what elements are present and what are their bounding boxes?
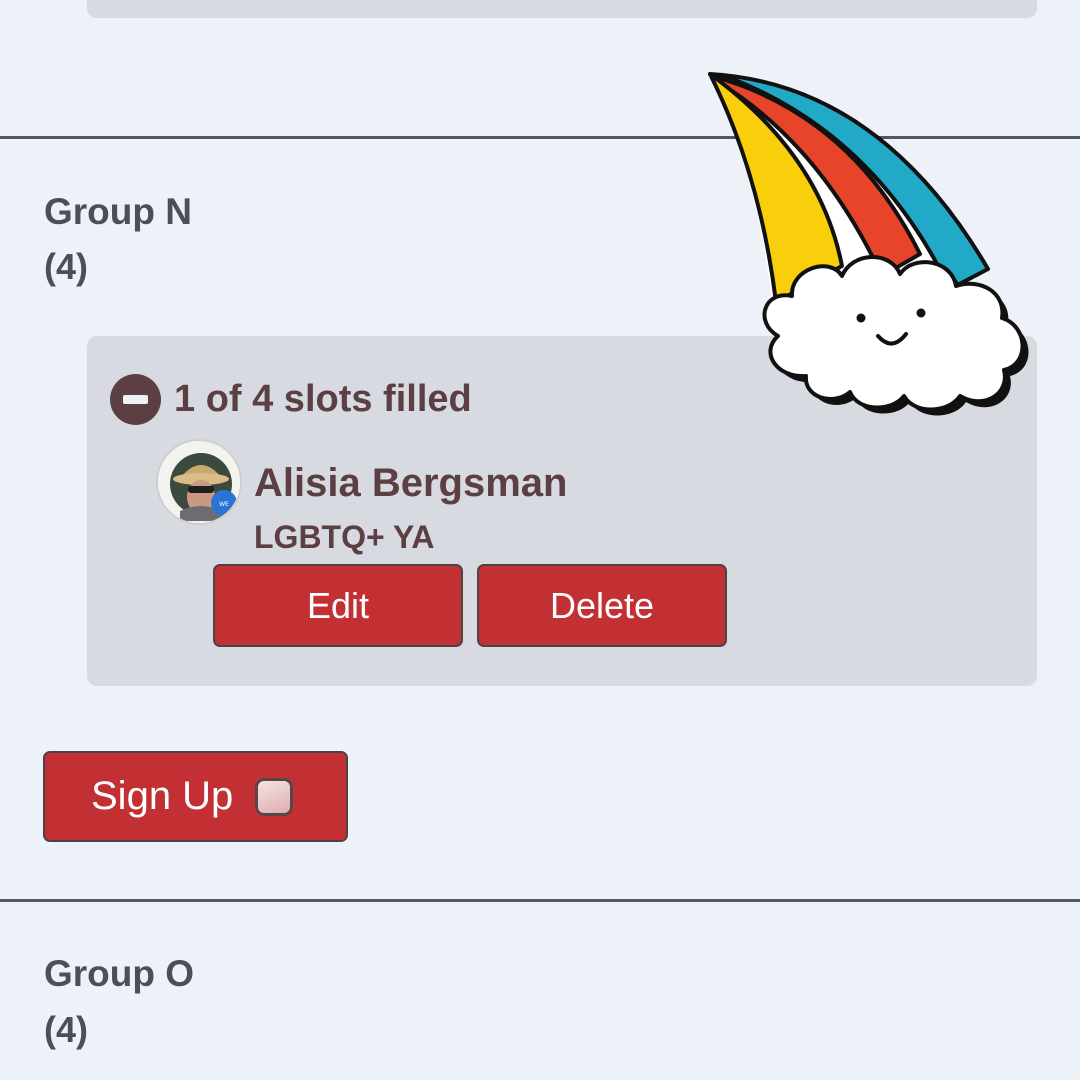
svg-text:WE: WE (219, 501, 229, 508)
avatar: WE (156, 439, 242, 525)
previous-group-card (87, 0, 1037, 18)
rainbow-cloud-sticker (708, 72, 1029, 416)
minus-circle-icon[interactable] (110, 374, 161, 425)
group-o-count: (4) (44, 1009, 88, 1050)
sign-up-label: Sign Up (91, 774, 234, 818)
group-o-title: Group O (44, 953, 195, 994)
sign-up-button[interactable]: Sign Up (43, 751, 348, 842)
participant-tag: LGBTQ+ YA (254, 519, 435, 555)
slots-filled-status: 1 of 4 slots filled (174, 378, 472, 420)
group-n-count: (4) (44, 246, 88, 287)
participant-name: Alisia Bergsman (254, 461, 568, 505)
avatar-photo: WE (159, 442, 240, 523)
delete-button[interactable]: Delete (477, 564, 727, 647)
group-divider (0, 899, 1080, 902)
edit-button[interactable]: Edit (213, 564, 463, 647)
group-n-title: Group N (44, 191, 192, 232)
checkbox-icon (255, 777, 294, 816)
